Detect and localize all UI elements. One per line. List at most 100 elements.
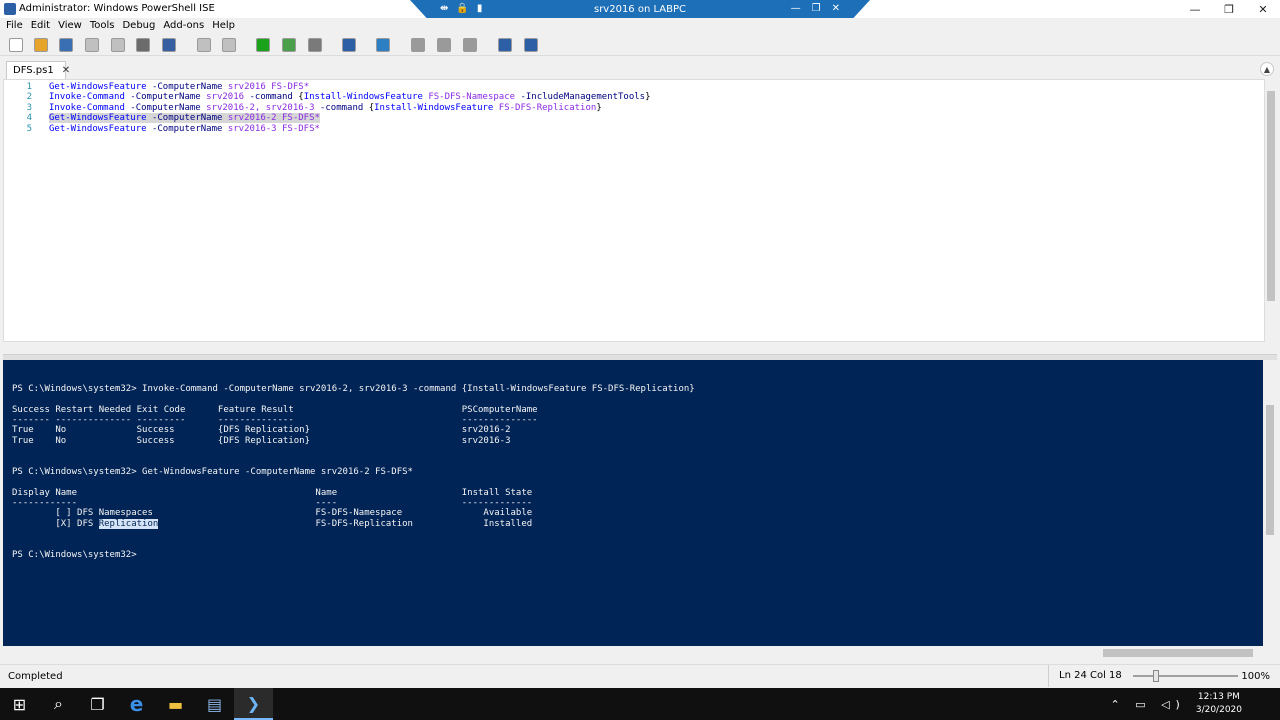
- console-line: ------- -------------- --------- -------…: [12, 415, 538, 426]
- code-text: Get-WindowsFeature -ComputerName srv2016…: [49, 124, 320, 134]
- close-button[interactable]: ✕: [1246, 0, 1280, 18]
- server-manager-icon[interactable]: ▤: [195, 688, 234, 720]
- cursor-position: Ln 24 Col 18: [1048, 665, 1122, 687]
- collapse-script-pane-button[interactable]: ▲: [1260, 62, 1274, 76]
- restore-button[interactable]: ❐: [1212, 0, 1246, 18]
- line-number: 2: [26, 92, 32, 103]
- system-tray: ⌃ ▭ ◁) 12:13 PM 3/20/2020: [1110, 688, 1280, 720]
- paste-icon[interactable]: [136, 38, 150, 52]
- clock-date: 3/20/2020: [1195, 705, 1242, 715]
- cut-icon[interactable]: [85, 38, 99, 52]
- code-text: Get-WindowsFeature -ComputerName srv2016…: [49, 113, 320, 124]
- start-powershell-icon[interactable]: [376, 38, 390, 52]
- code-text: Invoke-Command -ComputerName srv2016-2, …: [49, 103, 602, 113]
- console-horizontal-scrollbar[interactable]: [3, 646, 1263, 660]
- code-token: FS-DFS-Namespace: [422, 92, 516, 103]
- clear-console-icon[interactable]: [162, 38, 176, 52]
- console-scroll-thumb[interactable]: [1266, 405, 1274, 535]
- code-token: Get-WindowsFeature: [49, 82, 147, 92]
- code-token: srv2016-3: [222, 123, 277, 134]
- file-explorer-icon[interactable]: ▬: [156, 688, 195, 720]
- code-token: FS-DFS*: [265, 82, 310, 92]
- editor-line[interactable]: 3 Invoke-Command -ComputerName srv2016-2,…: [4, 103, 1264, 113]
- code-token: -command: [314, 102, 364, 113]
- search-icon[interactable]: ⌕: [39, 688, 78, 720]
- new-icon[interactable]: [9, 38, 23, 52]
- window-controls: — ❐ ✕: [1178, 0, 1280, 18]
- code-token: srv2016: [222, 82, 266, 92]
- menu-add-ons[interactable]: Add-ons: [160, 18, 209, 34]
- console-line: Success Restart Needed Exit Code Feature…: [12, 404, 538, 415]
- editor-scroll-thumb[interactable]: [1267, 91, 1275, 301]
- code-token: Get-WindowsFeature: [49, 123, 147, 134]
- menu-view[interactable]: View: [55, 18, 87, 34]
- code-token: FS-DFS*: [276, 113, 320, 124]
- code-text: Get-WindowsFeature -ComputerName srv2016…: [49, 82, 309, 92]
- zoom-slider-knob[interactable]: [1153, 670, 1159, 682]
- console-line: PS C:\Windows\system32>: [12, 549, 137, 560]
- powershell-ise-icon[interactable]: ❯: [234, 688, 273, 720]
- zoom-slider[interactable]: [1133, 670, 1238, 682]
- tab-dfs-ps1[interactable]: DFS.ps1 ✕: [6, 61, 70, 79]
- code-token: srv2016: [200, 92, 245, 103]
- copy-icon[interactable]: [111, 38, 125, 52]
- tray-icons[interactable]: ⌃ ▭ ◁): [1110, 698, 1185, 711]
- code-token: -ComputerName: [124, 102, 201, 113]
- editor-line[interactable]: 1 Get-WindowsFeature -ComputerName srv201…: [4, 82, 1264, 92]
- stop-icon[interactable]: [308, 38, 322, 52]
- status-text: Completed: [8, 671, 63, 682]
- run-script-icon[interactable]: [256, 38, 270, 52]
- show-script-top-icon[interactable]: [411, 38, 425, 52]
- editor-line[interactable]: 5 Get-WindowsFeature -ComputerName srv201…: [4, 124, 1264, 134]
- menu-file[interactable]: File: [3, 18, 28, 34]
- editor-vertical-scrollbar[interactable]: [1265, 79, 1277, 342]
- line-number: 4: [26, 113, 32, 124]
- clock[interactable]: 12:13 PM 3/20/2020: [1196, 691, 1242, 717]
- task-view-icon[interactable]: ❐: [78, 688, 117, 720]
- code-token: -ComputerName: [124, 92, 201, 103]
- menu-debug[interactable]: Debug: [119, 18, 160, 34]
- remote-restore-button[interactable]: ❐: [812, 3, 821, 14]
- show-script-right-icon[interactable]: [437, 38, 451, 52]
- script-editor[interactable]: 1 Get-WindowsFeature -ComputerName srv201…: [3, 79, 1265, 342]
- editor-line[interactable]: 2 Invoke-Command -ComputerName srv2016 -c…: [4, 92, 1264, 102]
- menu-tools[interactable]: Tools: [87, 18, 120, 34]
- save-icon[interactable]: [59, 38, 73, 52]
- remote-connection-bar: ⇹ 🔒 ▮ srv2016 on LABPC — ❐ ✕: [410, 0, 870, 20]
- console-hscroll-thumb[interactable]: [1103, 649, 1253, 657]
- open-icon[interactable]: [34, 38, 48, 52]
- close-tab-icon[interactable]: ✕: [62, 65, 70, 76]
- code-token: -ComputerName: [146, 82, 223, 92]
- new-remote-tab-icon[interactable]: [342, 38, 356, 52]
- remote-minimize-button[interactable]: —: [791, 3, 801, 14]
- editor-line[interactable]: 4 Get-WindowsFeature -ComputerName srv201…: [4, 113, 1264, 124]
- code-token: Invoke-Command: [49, 102, 125, 113]
- minimize-button[interactable]: —: [1178, 0, 1212, 18]
- undo-icon[interactable]: [197, 38, 211, 52]
- code-token: srv2016-2,: [200, 102, 261, 113]
- code-token: Install-WindowsFeature: [374, 102, 494, 113]
- show-command-addon-icon[interactable]: [524, 38, 538, 52]
- console-line: [X] DFS Replication FS-DFS-Replication I…: [12, 518, 532, 529]
- remote-close-button[interactable]: ✕: [832, 3, 840, 14]
- show-script-maximized-icon[interactable]: [463, 38, 477, 52]
- toolbar: [0, 34, 1280, 56]
- redo-icon[interactable]: [222, 38, 236, 52]
- code-token: srv2016-2: [222, 113, 277, 124]
- console-pane[interactable]: PS C:\Windows\system32> Invoke-Command -…: [3, 360, 1263, 646]
- start-icon[interactable]: ⊞: [0, 688, 39, 720]
- console-line: True No Success {DFS Replication} srv201…: [12, 425, 511, 436]
- run-selection-icon[interactable]: [282, 38, 296, 52]
- console-line: [ ] DFS Namespaces FS-DFS-Namespace Avai…: [12, 508, 533, 519]
- powershell-ise-window: Administrator: Windows PowerShell ISE — …: [0, 0, 1280, 720]
- code-token: Install-WindowsFeature: [303, 92, 423, 103]
- edge-icon[interactable]: e: [117, 688, 156, 720]
- powershell-ise-icon: [4, 3, 16, 15]
- console-vertical-scrollbar[interactable]: [1263, 360, 1277, 646]
- tab-label: DFS.ps1: [13, 65, 54, 76]
- editor-horizontal-scrollbar[interactable]: [3, 342, 1265, 354]
- menu-edit[interactable]: Edit: [28, 18, 55, 34]
- menu-help[interactable]: Help: [209, 18, 240, 34]
- code-token: -ComputerName: [146, 123, 223, 134]
- show-command-window-icon[interactable]: [498, 38, 512, 52]
